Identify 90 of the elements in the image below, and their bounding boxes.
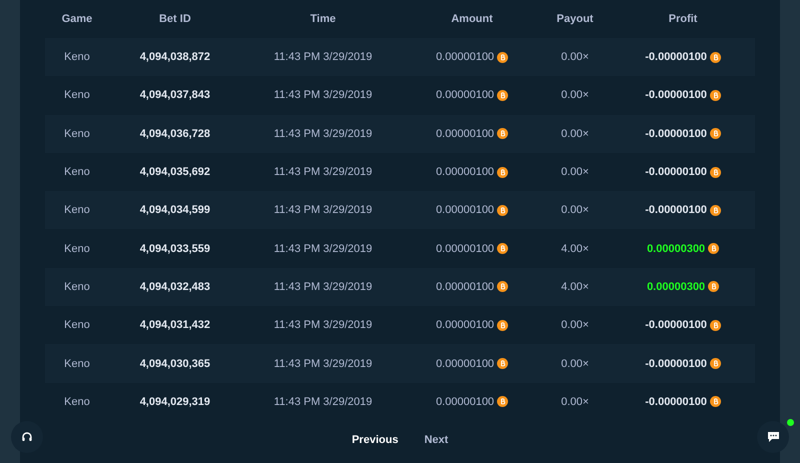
time-cell-text: 11:43 PM 3/29/2019	[272, 166, 374, 178]
coin-icon	[710, 204, 721, 216]
game-cell-text: Keno	[63, 280, 91, 293]
game-cell-text: Keno	[63, 396, 91, 408]
profit-cell: 0.00000300	[646, 242, 706, 255]
profit-cell: -0.00000100	[645, 204, 707, 216]
headset-icon	[21, 431, 33, 443]
amount-cell: 0.00000100	[436, 128, 494, 140]
profit-cell: -0.00000100	[645, 358, 707, 370]
profit-cell: -0.00000100	[645, 166, 707, 178]
payout-cell-text: 0.00×	[560, 396, 590, 408]
payout-cell-text: 0.00×	[560, 89, 590, 102]
column-header: Time	[309, 13, 337, 25]
amount-cell: 0.00000100	[436, 358, 494, 370]
profit-cell: -0.00000100	[645, 319, 707, 332]
profit-cell: 0.00000300	[646, 280, 706, 293]
time-cell-text: 11:43 PM 3/29/2019	[272, 128, 374, 140]
bet-id-cell[interactable]: 4,094,032,483	[109, 280, 241, 293]
time-cell-text: 11:43 PM 3/29/2019	[272, 358, 374, 370]
payout-cell-text: 0.00×	[560, 166, 590, 178]
time-cell-text: 11:43 PM 3/29/2019	[272, 396, 374, 408]
bet-id-cell[interactable]: 4,094,034,599	[109, 204, 241, 216]
payout-cell-text: 0.00×	[560, 319, 590, 332]
chat-icon	[766, 431, 780, 443]
column-header: Amount	[450, 13, 494, 25]
game-cell-text: Keno	[63, 358, 91, 370]
payout-cell-text: 4.00×	[560, 280, 590, 293]
profit-cell: -0.00000100	[645, 89, 707, 102]
coin-icon	[710, 358, 721, 370]
profit-cell: -0.00000100	[645, 128, 707, 140]
profit-cell: -0.00000100	[645, 396, 707, 408]
coin-icon	[497, 396, 508, 408]
coin-icon	[710, 128, 721, 140]
payout-cell-text: 0.00×	[560, 204, 590, 216]
coin-icon	[710, 320, 721, 331]
coin-icon	[710, 52, 721, 63]
coin-icon	[497, 166, 508, 178]
amount-cell: 0.00000100	[436, 89, 494, 102]
bet-id-cell[interactable]: 4,094,029,319	[109, 396, 241, 408]
bet-id-cell[interactable]: 4,094,036,728	[109, 128, 241, 140]
time-cell-text: 11:43 PM 3/29/2019	[272, 89, 374, 102]
coin-icon	[710, 396, 721, 408]
coin-icon	[708, 281, 720, 292]
coin-icon	[497, 320, 508, 331]
game-cell-text: Keno	[63, 89, 91, 102]
coin-icon	[497, 358, 508, 370]
coin-icon	[710, 90, 721, 101]
page-button[interactable]: Previous	[350, 430, 400, 450]
column-header: Game	[60, 13, 94, 25]
amount-cell: 0.00000100	[436, 204, 494, 216]
time-cell-text: 11:43 PM 3/29/2019	[272, 242, 374, 255]
coin-icon	[497, 52, 508, 63]
support-button[interactable]	[11, 421, 43, 453]
coin-icon	[497, 128, 508, 140]
bet-id-cell[interactable]: 4,094,031,432	[109, 319, 241, 332]
payout-cell-text: 0.00×	[560, 51, 590, 64]
time-cell-text: 11:43 PM 3/29/2019	[272, 280, 374, 293]
bet-id-cell[interactable]: 4,094,030,365	[109, 358, 241, 370]
time-cell-text: 11:43 PM 3/29/2019	[272, 51, 374, 64]
payout-cell-text: 0.00×	[560, 128, 590, 140]
amount-cell: 0.00000100	[436, 280, 494, 293]
coin-icon	[497, 243, 508, 254]
game-cell-text: Keno	[63, 319, 91, 332]
coin-icon	[497, 90, 508, 101]
bet-id-cell[interactable]: 4,094,037,843	[109, 89, 241, 102]
payout-cell-text: 4.00×	[560, 242, 590, 255]
time-cell-text: 11:43 PM 3/29/2019	[272, 204, 374, 216]
amount-cell: 0.00000100	[436, 396, 494, 408]
bet-id-cell[interactable]: 4,094,038,872	[109, 51, 241, 64]
bet-id-cell[interactable]: 4,094,035,692	[109, 166, 241, 178]
coin-icon	[708, 243, 720, 254]
game-cell-text: Keno	[63, 204, 91, 216]
bet-id-cell[interactable]: 4,094,033,559	[109, 242, 241, 255]
profit-cell: -0.00000100	[645, 51, 707, 64]
amount-cell: 0.00000100	[436, 319, 494, 332]
game-cell-text: Keno	[63, 166, 91, 178]
coin-icon	[710, 166, 721, 178]
coin-icon	[497, 281, 508, 292]
amount-cell: 0.00000100	[436, 51, 494, 64]
amount-cell: 0.00000100	[436, 242, 494, 255]
amount-cell: 0.00000100	[436, 166, 494, 178]
payout-cell-text: 0.00×	[560, 358, 590, 370]
column-header: Payout	[556, 13, 594, 25]
column-header: Bet ID	[158, 13, 192, 25]
column-header: Profit	[668, 13, 698, 25]
game-cell-text: Keno	[63, 51, 91, 64]
game-cell-text: Keno	[63, 128, 91, 140]
game-cell-text: Keno	[63, 242, 91, 255]
time-cell-text: 11:43 PM 3/29/2019	[272, 319, 374, 332]
coin-icon	[497, 204, 508, 216]
